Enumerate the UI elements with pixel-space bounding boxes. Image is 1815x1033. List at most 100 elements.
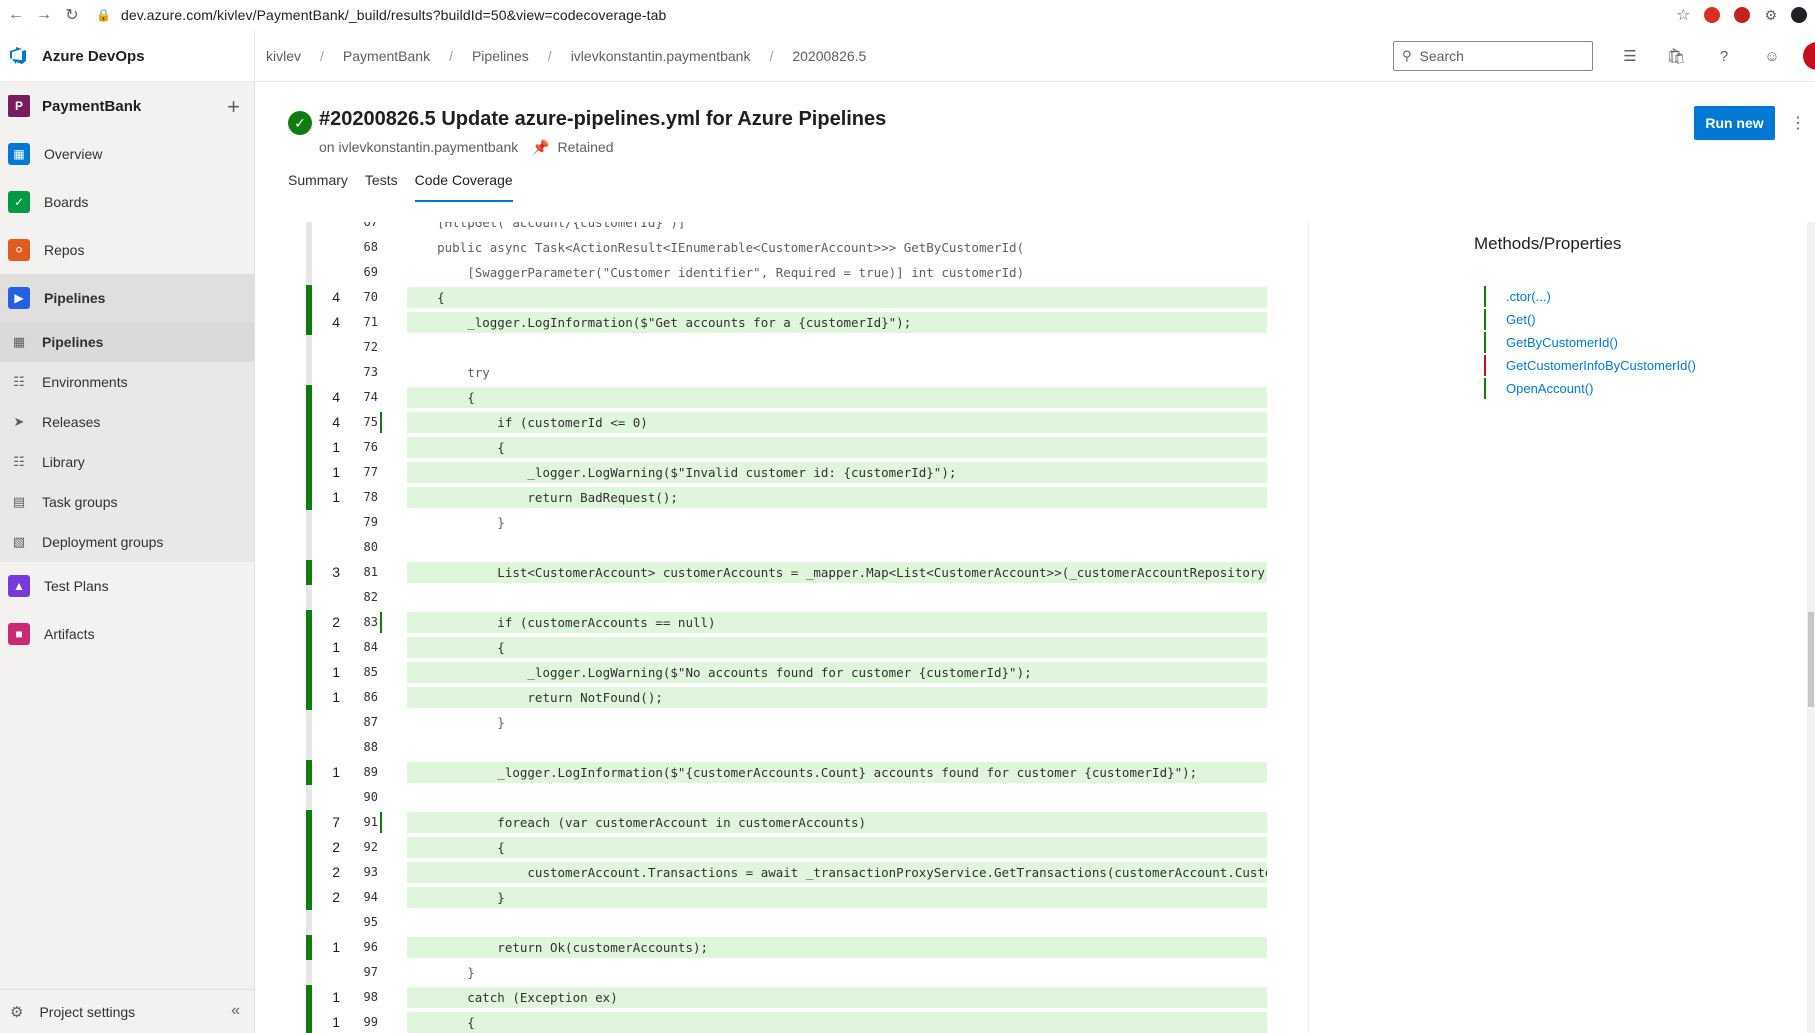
line-number: 91 bbox=[363, 815, 378, 829]
line-number: 73 bbox=[363, 365, 378, 379]
azure-devops-logo[interactable]: Azure DevOps bbox=[0, 30, 255, 82]
repo-link[interactable]: on ivlevkonstantin.paymentbank bbox=[319, 139, 518, 155]
logo-text: Azure DevOps bbox=[42, 47, 145, 65]
method-coverage-indicator bbox=[1484, 309, 1486, 330]
profile-icon[interactable] bbox=[1791, 7, 1807, 23]
method-coverage-indicator bbox=[1484, 332, 1486, 353]
scrollbar-thumb[interactable] bbox=[1808, 612, 1814, 707]
hit-count: 1 bbox=[332, 489, 340, 505]
project-settings-label: Project settings bbox=[39, 1003, 136, 1020]
list-settings-icon[interactable]: ☰ bbox=[1620, 46, 1640, 66]
method-label: GetCustomerInfoByCustomerId() bbox=[1506, 358, 1697, 373]
sidebar-subitem-library[interactable]: ☷ Library bbox=[0, 442, 254, 482]
sidebar-item-overview[interactable]: ▦ Overview bbox=[0, 130, 254, 178]
hit-count: 4 bbox=[332, 314, 340, 330]
search-input[interactable]: ⚲ Search bbox=[1393, 41, 1593, 71]
method-coverage-indicator bbox=[1484, 355, 1486, 376]
method-link[interactable]: Get() bbox=[1484, 308, 1696, 331]
sidebar-subitem-environments[interactable]: ☷ Environments bbox=[0, 362, 254, 402]
back-icon[interactable]: ← bbox=[4, 3, 28, 27]
line-number: 89 bbox=[363, 765, 378, 779]
method-link[interactable]: GetCustomerInfoByCustomerId() bbox=[1484, 354, 1696, 377]
sidebar-subitem-label: Environments bbox=[42, 374, 128, 390]
tab-summary[interactable]: Summary bbox=[288, 172, 348, 202]
user-settings-icon[interactable]: ☺ bbox=[1762, 46, 1782, 66]
sidebar-item-repos[interactable]: ⚪ Repos bbox=[0, 226, 254, 274]
code-text: return Ok(customerAccounts); bbox=[407, 937, 1267, 958]
code-line: 1 78 return BadRequest(); bbox=[288, 485, 1308, 510]
more-actions-icon[interactable]: ⋮ bbox=[1786, 106, 1810, 140]
hit-count: 1 bbox=[332, 639, 340, 655]
tab-tests[interactable]: Tests bbox=[365, 172, 398, 202]
extension-icon[interactable] bbox=[1734, 7, 1751, 23]
tab-code-coverage[interactable]: Code Coverage bbox=[414, 172, 513, 202]
breadcrumb-project[interactable]: PaymentBank bbox=[342, 48, 431, 64]
code-line: 68 public async Task<ActionResult<IEnume… bbox=[288, 235, 1308, 260]
breadcrumb-run[interactable]: 20200826.5 bbox=[791, 48, 867, 64]
sidebar-subitem-task-groups[interactable]: ▤ Task groups bbox=[0, 482, 254, 522]
code-text: try bbox=[407, 365, 490, 380]
method-link[interactable]: .ctor(...) bbox=[1484, 285, 1696, 308]
line-number: 67 bbox=[363, 222, 378, 229]
project-selector[interactable]: P PaymentBank + bbox=[0, 82, 254, 130]
success-check-icon: ✓ bbox=[288, 111, 312, 135]
sidebar-item-pipelines[interactable]: ▶ Pipelines bbox=[0, 274, 254, 322]
sidebar-subitem-pipelines[interactable]: ▦ Pipelines bbox=[0, 322, 254, 362]
breadcrumb: kivlev / PaymentBank / Pipelines / ivlev… bbox=[265, 30, 867, 82]
sidebar-item-label: Pipelines bbox=[44, 290, 106, 306]
line-number: 96 bbox=[363, 940, 378, 954]
overview-icon: ▦ bbox=[8, 143, 30, 165]
project-settings-link[interactable]: ⚙ Project settings « bbox=[0, 989, 254, 1033]
line-number: 88 bbox=[363, 740, 378, 754]
method-link[interactable]: OpenAccount() bbox=[1484, 377, 1696, 400]
hit-count bbox=[312, 585, 340, 610]
lock-icon[interactable]: 🔒 bbox=[96, 8, 111, 22]
page-title: #20200826.5 Update azure-pipelines.yml f… bbox=[319, 108, 887, 130]
marketplace-bag-icon[interactable]: 🛍 bbox=[1666, 46, 1686, 66]
reload-icon[interactable]: ↻ bbox=[60, 3, 84, 27]
run-new-button[interactable]: Run new bbox=[1694, 106, 1775, 140]
method-link[interactable]: GetByCustomerId() bbox=[1484, 331, 1696, 354]
breadcrumb-pipelines[interactable]: Pipelines bbox=[471, 48, 530, 64]
breadcrumb-org[interactable]: kivlev bbox=[265, 48, 302, 64]
scrollbar[interactable] bbox=[1807, 222, 1815, 1033]
collapse-sidebar-icon[interactable]: « bbox=[231, 1002, 240, 1020]
forward-icon[interactable]: → bbox=[32, 3, 56, 27]
add-icon[interactable]: + bbox=[227, 94, 240, 120]
bookmark-star-icon[interactable]: ☆ bbox=[1676, 5, 1690, 25]
line-number: 94 bbox=[363, 890, 378, 904]
code-line: 1 85 _logger.LogWarning($"No accounts fou… bbox=[288, 660, 1308, 685]
sidebar-item-artifacts[interactable]: ■ Artifacts bbox=[0, 610, 254, 658]
sidebar-item-test-plans[interactable]: ▲ Test Plans bbox=[0, 562, 254, 610]
line-number: 75 bbox=[363, 415, 378, 429]
test-plans-icon: ▲ bbox=[8, 575, 30, 597]
hit-count: 2 bbox=[332, 839, 340, 855]
sidebar: P PaymentBank + ▦ Overview ✓ Boards ⚪ Re… bbox=[0, 82, 255, 1033]
sidebar-subitem-releases[interactable]: ➤ Releases bbox=[0, 402, 254, 442]
methods-title: Methods/Properties bbox=[1474, 234, 1622, 253]
sidebar-item-boards[interactable]: ✓ Boards bbox=[0, 178, 254, 226]
sidebar-subitem-label: Releases bbox=[42, 414, 101, 430]
sidebar-subitem-label: Pipelines bbox=[42, 334, 104, 350]
breadcrumb-pipeline[interactable]: ivlevkonstantin.paymentbank bbox=[570, 48, 752, 64]
code-coverage-view[interactable]: 67 [HttpGet("account/{customerId}")] 68 p… bbox=[288, 222, 1309, 1033]
sidebar-item-label: Artifacts bbox=[44, 626, 95, 642]
code-line: 7 91 foreach (var customerAccount in cust… bbox=[288, 810, 1308, 835]
code-line: 72 bbox=[288, 335, 1308, 360]
code-line: 82 bbox=[288, 585, 1308, 610]
line-number: 86 bbox=[363, 690, 378, 704]
code-text: List<CustomerAccount> customerAccounts =… bbox=[407, 562, 1267, 583]
pipelines-icon: ▶ bbox=[8, 287, 30, 309]
extensions-puzzle-icon[interactable]: ⚙ bbox=[1764, 7, 1777, 24]
address-bar[interactable]: dev.azure.com/kivlev/PaymentBank/_build/… bbox=[121, 7, 667, 23]
hit-count: 1 bbox=[332, 464, 340, 480]
method-coverage-indicator bbox=[1484, 286, 1486, 307]
sidebar-subitem-deployment-groups[interactable]: ▧ Deployment groups bbox=[0, 522, 254, 562]
line-number: 80 bbox=[363, 540, 378, 554]
help-icon[interactable]: ? bbox=[1714, 46, 1734, 66]
adblock-icon[interactable] bbox=[1704, 7, 1721, 23]
avatar[interactable] bbox=[1803, 42, 1815, 70]
line-number: 74 bbox=[363, 390, 378, 404]
sidebar-item-label: Repos bbox=[44, 242, 85, 258]
